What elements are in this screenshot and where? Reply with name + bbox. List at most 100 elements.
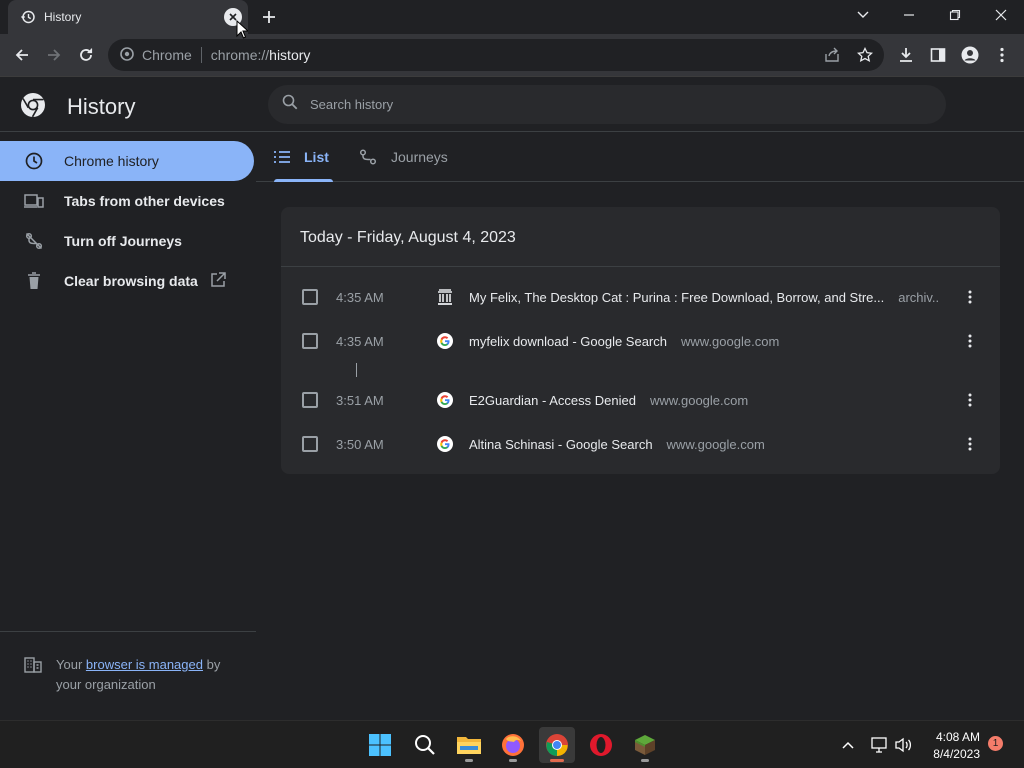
close-icon <box>995 9 1007 21</box>
history-header: History <box>0 77 1024 132</box>
google-icon <box>437 436 453 452</box>
entry-more-button[interactable] <box>961 388 979 412</box>
restore-button[interactable] <box>940 4 970 26</box>
entry-title-link[interactable]: myfelix download - Google Search <box>469 334 667 349</box>
minecraft-button[interactable] <box>627 727 663 763</box>
minimize-button[interactable] <box>894 4 924 26</box>
clock-icon <box>24 151 44 171</box>
history-card: Today - Friday, August 4, 2023 4:35 AM M… <box>281 207 1000 474</box>
running-indicator <box>465 759 473 762</box>
sidebar-item-turn-off-journeys[interactable]: Turn off Journeys <box>0 221 254 261</box>
tab-journeys[interactable]: Journeys <box>359 133 448 181</box>
firefox-button[interactable] <box>495 727 531 763</box>
side-panel-button[interactable] <box>926 43 950 67</box>
search-history-box[interactable] <box>268 85 946 124</box>
chrome-button[interactable] <box>539 727 575 763</box>
entry-time: 3:50 AM <box>336 436 384 452</box>
entry-more-button[interactable] <box>961 432 979 456</box>
network-icon <box>871 737 887 753</box>
download-icon <box>900 48 912 62</box>
more-vert-icon <box>968 334 972 348</box>
page-title: History <box>67 94 136 119</box>
devices-icon <box>24 191 44 211</box>
opera-button[interactable] <box>583 727 619 763</box>
sidebar-item-chrome-history[interactable]: Chrome history <box>0 141 254 181</box>
content-tabs: List Journeys <box>256 133 1024 182</box>
entry-more-button[interactable] <box>961 285 979 309</box>
forward-button[interactable] <box>42 43 66 67</box>
entry-checkbox[interactable] <box>302 436 318 452</box>
arrow-left-icon <box>15 49 28 61</box>
entry-domain: www.google.com <box>681 333 780 349</box>
entry-title-link[interactable]: Altina Schinasi - Google Search <box>469 437 653 452</box>
entry-checkbox[interactable] <box>302 289 318 305</box>
address-bar[interactable]: Chrome chrome://history <box>108 39 884 71</box>
taskbar-search-button[interactable] <box>407 727 443 763</box>
google-icon <box>437 392 453 408</box>
sidebar-item-clear-browsing-data[interactable]: Clear browsing data <box>0 261 254 301</box>
journeys-off-icon <box>24 231 44 251</box>
browser-tab-history[interactable]: History <box>8 0 248 34</box>
volume-button[interactable] <box>894 735 914 755</box>
system-clock[interactable]: 4:08 AM 8/4/2023 <box>920 729 980 763</box>
menu-button[interactable] <box>990 43 1014 67</box>
trash-icon <box>24 271 44 291</box>
restore-icon <box>949 9 961 21</box>
start-button[interactable] <box>362 727 398 763</box>
search-icon <box>415 735 435 755</box>
opera-icon <box>590 734 612 756</box>
entry-checkbox[interactable] <box>302 333 318 349</box>
building-icon <box>24 657 42 679</box>
entry-time: 3:51 AM <box>336 392 384 408</box>
entry-checkbox[interactable] <box>302 392 318 408</box>
side-panel-icon <box>930 48 946 62</box>
sidebar-item-tabs-other-devices[interactable]: Tabs from other devices <box>0 181 254 221</box>
browser-tab-title: History <box>44 10 82 24</box>
folder-icon <box>457 737 481 754</box>
entry-more-button[interactable] <box>961 329 979 353</box>
list-icon <box>274 150 290 164</box>
browser-toolbar: Chrome chrome://history <box>0 34 1024 77</box>
close-window-button[interactable] <box>986 4 1016 26</box>
grass-block-icon <box>635 735 655 755</box>
entry-title-link[interactable]: E2Guardian - Access Denied <box>469 393 636 408</box>
tab-search-button[interactable] <box>848 4 878 26</box>
history-entry[interactable]: 4:35 AM myfelix download - Google Search… <box>281 319 1000 363</box>
history-entry[interactable]: 3:50 AM Altina Schinasi - Google Search w… <box>281 422 1000 466</box>
file-explorer-button[interactable] <box>451 727 487 763</box>
firefox-icon <box>502 734 524 756</box>
show-hidden-icons-button[interactable] <box>838 735 858 755</box>
star-icon <box>856 46 874 63</box>
managed-notice: Your browser is managed by your organiza… <box>24 655 244 695</box>
active-tab-indicator <box>274 179 333 182</box>
entry-time: 4:35 AM <box>336 333 384 349</box>
running-indicator <box>641 759 649 762</box>
network-button[interactable] <box>869 735 889 755</box>
browser-managed-link[interactable]: browser is managed <box>86 657 203 672</box>
profile-button[interactable] <box>958 43 982 67</box>
back-button[interactable] <box>10 43 34 67</box>
tab-list[interactable]: List <box>274 133 333 182</box>
open-in-new-icon <box>210 271 226 291</box>
history-entry[interactable]: 4:35 AM My Felix, The Desktop Cat : Puri… <box>281 275 1000 319</box>
new-tab-button[interactable] <box>258 6 280 28</box>
tab-strip: History <box>0 0 1024 34</box>
history-entry[interactable]: 3:51 AM E2Guardian - Access Denied www.go… <box>281 378 1000 422</box>
sidebar-item-label: Chrome history <box>64 153 159 169</box>
reload-button[interactable] <box>74 43 98 67</box>
entry-title-link[interactable]: My Felix, The Desktop Cat : Purina : Fre… <box>469 290 884 305</box>
google-icon <box>437 333 453 349</box>
share-button[interactable] <box>824 47 840 66</box>
search-input[interactable] <box>310 97 910 112</box>
bookmark-button[interactable] <box>856 46 874 66</box>
mouse-cursor-icon <box>236 19 250 45</box>
speaker-icon <box>895 737 912 753</box>
site-name: Chrome <box>142 47 192 63</box>
chevron-down-icon <box>857 11 869 18</box>
downloads-button[interactable] <box>894 43 918 67</box>
archive-icon <box>437 289 453 305</box>
running-indicator <box>550 759 564 762</box>
sidebar-item-label: Turn off Journeys <box>64 233 182 249</box>
notification-badge[interactable]: 1 <box>988 736 1003 751</box>
clock-date: 8/4/2023 <box>933 747 980 761</box>
